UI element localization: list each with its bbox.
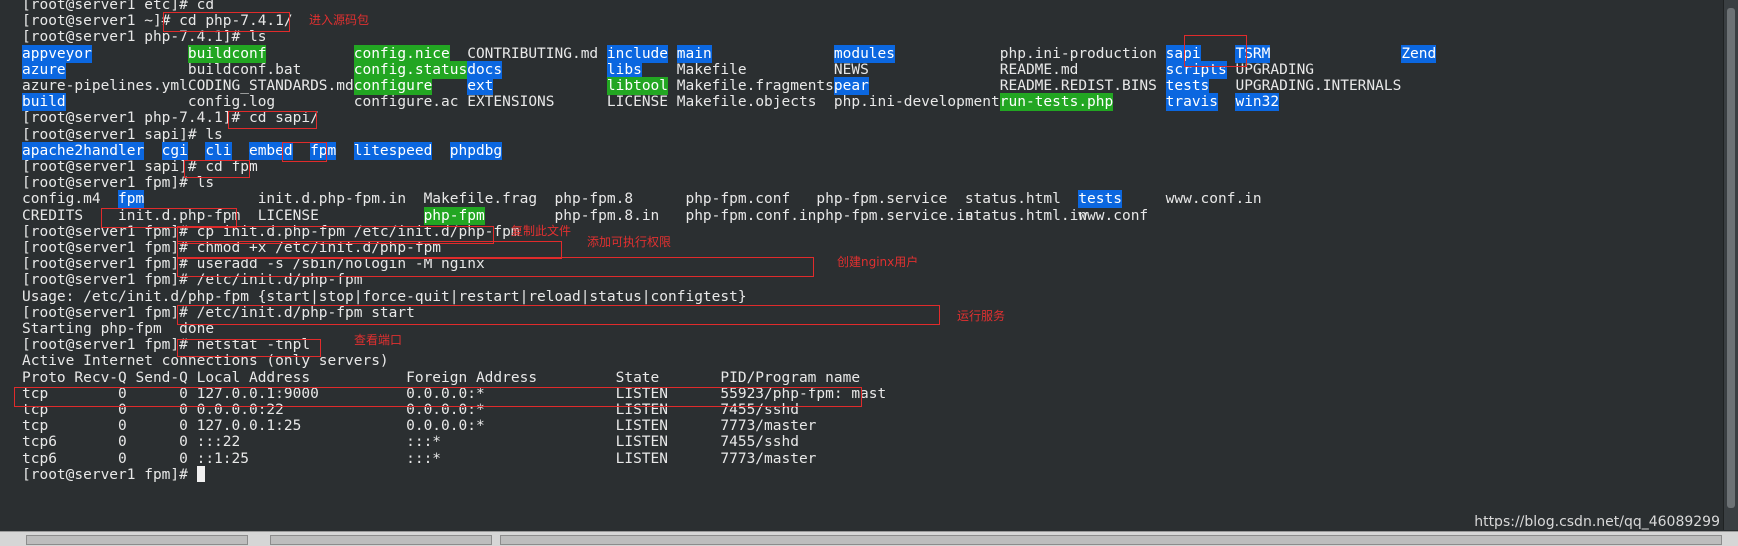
highlight-netstat-command — [177, 339, 321, 357]
file-entry: php-fpm.8.in — [554, 207, 660, 224]
terminal-text: Usage: /etc/init.d/php-fpm {start|stop|f… — [22, 288, 747, 305]
executable-entry: run-tests.php — [999, 93, 1114, 112]
annotation-add-exec: 添加可执行权限 — [587, 235, 672, 249]
terminal-cursor — [196, 465, 205, 482]
annotation-enter-source: 进入源码包 — [309, 13, 370, 27]
annotation-run-service: 运行服务 — [957, 309, 1006, 323]
terminal-window[interactable]: [root@server1 etc]# cd [root@server1 ~]# … — [0, 0, 1738, 546]
watermark-url: https://blog.csdn.net/qq_46089299 — [1474, 514, 1720, 530]
bottom-status-bar — [0, 531, 1738, 546]
tab-strip-segment[interactable] — [270, 535, 492, 545]
terminal-text: tcp6 0 0 ::1:25 :::* LISTEN 7773/master — [22, 450, 817, 467]
terminal-text: [root@server1 sapi]# ls — [22, 126, 223, 143]
annotation-copy-file: 复制此文件 — [511, 224, 572, 238]
highlight-start-command — [177, 305, 940, 325]
directory-entry: win32 — [1235, 93, 1280, 112]
annotation-create-user: 创建nginx用户 — [837, 255, 919, 269]
file-entry: configure.ac — [353, 94, 459, 111]
directory-entry: litespeed — [353, 141, 433, 160]
highlight-useradd-command — [177, 257, 814, 277]
directory-entry: travis — [1165, 93, 1219, 112]
file-entry: Makefile.objects — [676, 94, 817, 111]
file-entry: status.html.in — [964, 207, 1088, 224]
terminal-text: Proto Recv-Q Send-Q Local Address Foreig… — [22, 369, 861, 386]
tab-strip-segment[interactable] — [26, 535, 248, 545]
highlight-cd-php-source — [163, 12, 290, 32]
highlight-php-fpm-port — [14, 387, 862, 407]
directory-entry: Zend — [1401, 44, 1437, 63]
terminal-text: [root@server1 fpm]# — [22, 466, 197, 483]
scrollbar-thumb[interactable] — [1727, 8, 1735, 508]
tab-strip-segment[interactable] — [500, 535, 1722, 545]
vertical-scrollbar[interactable] — [1723, 0, 1738, 530]
terminal-text: tcp6 0 0 :::22 :::* LISTEN 7455/sshd — [22, 434, 799, 451]
file-entry: LICENSE — [606, 94, 669, 111]
file-entry: php.ini-development — [833, 94, 1000, 111]
file-entry: php-fpm.conf.in — [685, 207, 817, 224]
highlight-init-script — [101, 208, 237, 228]
file-entry: www.conf — [1078, 207, 1149, 224]
annotation-view-port: 查看端口 — [354, 333, 403, 347]
highlight-fpm-dir — [282, 142, 327, 162]
highlight-cd-fpm — [184, 160, 250, 178]
highlight-sapi-dir — [1184, 35, 1247, 67]
terminal-text: tcp 0 0 127.0.0.1:25 0.0.0.0:* LISTEN 77… — [22, 418, 817, 435]
file-entry: www.conf.in — [1165, 191, 1262, 208]
file-entry: EXTENSIONS — [467, 94, 555, 111]
terminal-line: [root@server1 fpm]# — [22, 465, 205, 484]
file-entry: php-fpm.service.in — [816, 207, 974, 224]
terminal-gutter — [0, 0, 22, 546]
highlight-cd-sapi — [228, 111, 317, 129]
directory-entry: phpdbg — [449, 141, 503, 160]
